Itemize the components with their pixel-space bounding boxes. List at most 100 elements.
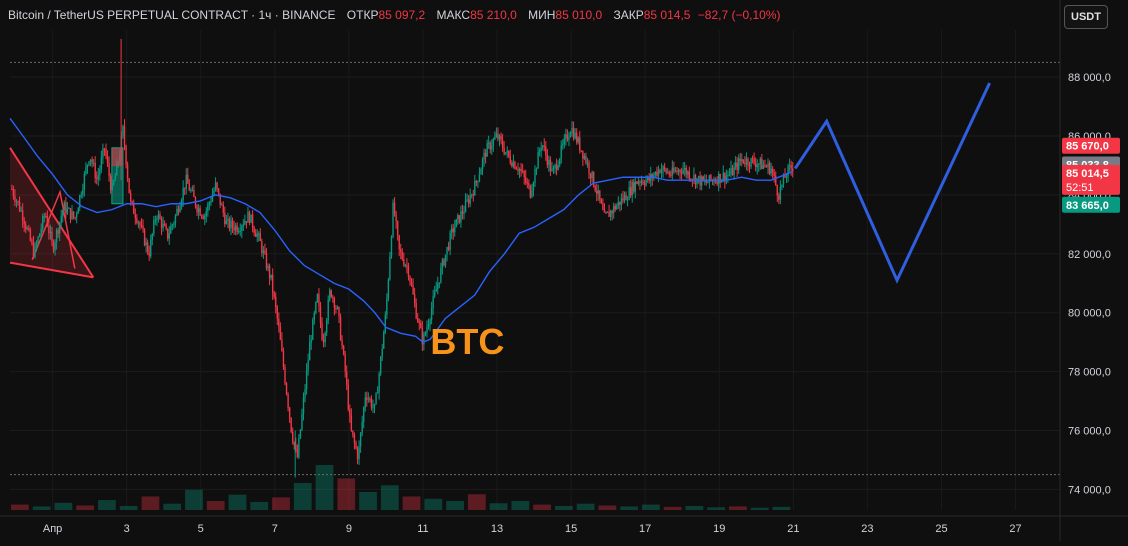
x-tick-label: 17 — [639, 523, 651, 535]
candle-body — [767, 163, 769, 168]
x-tick-label: 5 — [198, 523, 204, 535]
x-tick-label: 9 — [346, 523, 352, 535]
currency-button[interactable]: USDT — [1064, 5, 1108, 29]
candle-body — [511, 162, 513, 167]
candle-body — [173, 223, 175, 225]
candle-body — [129, 193, 132, 202]
symbol-title[interactable]: Bitcoin / TetherUS PERPETUAL CONTRACT · … — [8, 8, 335, 22]
highlight-box-top — [111, 147, 123, 167]
candle-body — [710, 175, 712, 181]
candle-body — [599, 190, 601, 200]
candle-body — [123, 126, 126, 146]
candle-body — [369, 398, 371, 400]
volume-bar — [185, 489, 203, 510]
candle-body — [668, 172, 670, 175]
candle-body — [682, 169, 684, 174]
candle-body — [671, 167, 674, 176]
candle-body — [344, 354, 346, 372]
candle-body — [17, 201, 19, 203]
candle-body — [617, 201, 620, 206]
candle-body — [268, 265, 271, 279]
candle-body — [239, 230, 241, 232]
candle-body — [432, 296, 434, 309]
candle-body — [302, 397, 305, 414]
open-value: 85 097,2 — [378, 8, 426, 22]
candle-body — [188, 183, 191, 191]
candle-body — [771, 168, 774, 173]
candle-body — [776, 185, 778, 196]
candle-body — [315, 301, 317, 313]
volume-bar — [446, 501, 464, 510]
candle-body — [384, 314, 387, 333]
candle-body — [387, 279, 390, 299]
candle-body — [253, 227, 255, 233]
candle-body — [790, 165, 792, 169]
candle-body — [443, 259, 445, 266]
candle-body — [392, 202, 394, 237]
volume-bar — [424, 498, 443, 510]
candle-body — [660, 170, 663, 173]
candle-body — [750, 158, 752, 167]
candle-body — [79, 195, 81, 209]
volume-bar — [750, 507, 769, 510]
candle-body — [762, 164, 765, 169]
candle-body — [151, 233, 153, 240]
candle-body — [40, 228, 42, 234]
candle-body — [227, 218, 229, 221]
candle-body — [386, 298, 388, 315]
candle-body — [464, 200, 467, 212]
candle-body — [597, 190, 599, 194]
candle-body — [754, 163, 757, 168]
candle-body — [463, 211, 465, 214]
y-tick-label: 82 000,0 — [1068, 249, 1111, 261]
price-axis: 88 000,086 000,084 000,082 000,080 000,0… — [1059, 0, 1111, 541]
annotation-layer: BTC — [430, 321, 504, 362]
candle-body — [207, 204, 209, 212]
candle-body — [523, 171, 525, 178]
candle-body — [545, 146, 547, 155]
candle-body — [165, 225, 167, 229]
time-axis: Апр 3 5 7 9 11 13 15 17 19 21 23 25 27 — [0, 515, 1128, 535]
candle-body — [531, 190, 533, 198]
candle-body — [467, 199, 470, 204]
candle-body — [97, 175, 99, 180]
candle-body — [18, 201, 21, 211]
candle-body — [619, 201, 621, 206]
candle-body — [775, 175, 777, 186]
candle-body — [747, 158, 749, 166]
candle-body — [350, 415, 353, 431]
volume-bar — [76, 505, 95, 510]
candle-body — [395, 214, 397, 222]
candle-body — [731, 168, 734, 176]
candle-body — [693, 174, 695, 180]
candle-body — [472, 194, 474, 196]
candle-body — [390, 236, 393, 257]
candle-body — [514, 161, 516, 169]
candle-body — [628, 187, 630, 200]
candle-body — [674, 170, 677, 172]
candle-body — [478, 174, 481, 182]
candle-body — [234, 225, 237, 231]
candle-body — [643, 183, 646, 185]
candle-body — [583, 155, 586, 159]
chart-stage[interactable]: BTC 88 000,0 86 000,0 84 000,0 82 000,0 80 0… — [0, 0, 1128, 541]
candle-body — [768, 163, 771, 174]
price-chart[interactable]: BTC 88 000,086 000,084 000,082 000,080 0… — [0, 0, 1128, 541]
x-tick-label: 19 — [713, 523, 725, 535]
candle-body — [273, 292, 275, 297]
candle-body — [233, 226, 235, 231]
volume-bar — [32, 506, 51, 510]
candle-body — [139, 222, 141, 226]
candle-body — [150, 239, 152, 257]
candle-body — [474, 181, 476, 196]
candle-body — [525, 177, 527, 183]
candle-body — [75, 213, 78, 218]
candle-body — [761, 158, 763, 169]
candle-body — [572, 127, 575, 139]
candle-body — [196, 206, 198, 213]
candle-body — [72, 211, 75, 218]
candle-body — [543, 145, 545, 147]
candle-body — [588, 162, 590, 174]
x-tick-label: 15 — [565, 523, 577, 535]
candle-body — [261, 241, 263, 253]
